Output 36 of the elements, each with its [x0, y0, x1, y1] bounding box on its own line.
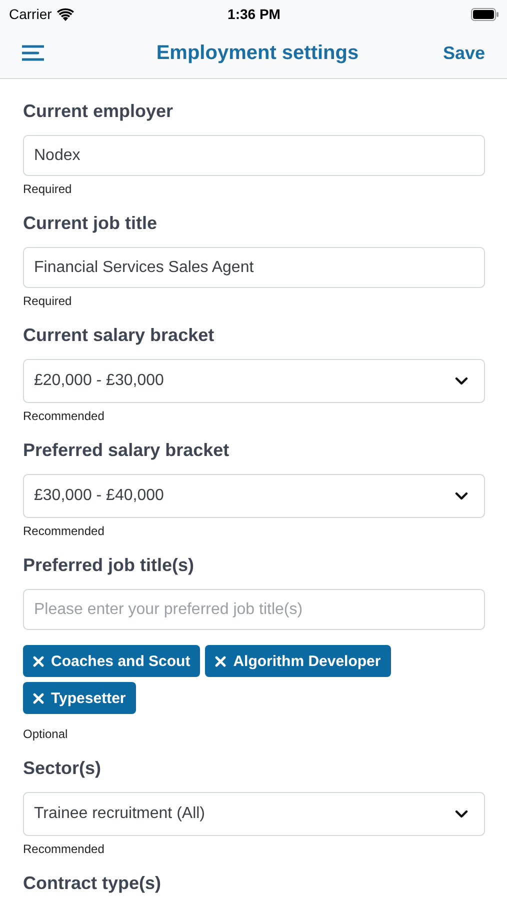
dropdown-field[interactable]: £20,000 - £30,000 — [23, 359, 485, 403]
hint-text: Recommended — [23, 524, 106, 538]
clock-time: 1:36 PM — [228, 6, 280, 22]
dropdown-field[interactable]: Trainee recruitment (All) — [23, 792, 485, 836]
hint-text: Recommended — [23, 842, 106, 856]
close-icon — [33, 656, 44, 666]
field-label: Current salary bracket — [23, 324, 216, 346]
text-field[interactable]: Please enter your preferred job title(s) — [23, 589, 485, 630]
tag-chip[interactable]: Typesetter — [23, 682, 136, 714]
chevron-down-icon — [455, 810, 468, 818]
field-label: Current employer — [23, 100, 174, 122]
chevron-down-icon — [455, 492, 468, 500]
field-label: Preferred job title(s) — [23, 554, 196, 576]
tag-chip[interactable]: Algorithm Developer — [205, 645, 391, 677]
field-label: Sector(s) — [23, 757, 102, 779]
text-field[interactable]: Nodex — [23, 135, 485, 176]
menu-button[interactable] — [22, 45, 44, 61]
menu-icon — [22, 45, 44, 61]
chevron-down-icon — [455, 377, 468, 385]
save-button[interactable]: Save — [442, 42, 485, 64]
dropdown-field[interactable]: £30,000 - £40,000 — [23, 474, 485, 518]
hint-text: Required — [23, 294, 73, 308]
close-icon — [33, 692, 44, 704]
hint-text: Optional — [23, 727, 69, 741]
wifi-icon — [56, 8, 74, 20]
field-label: Preferred salary bracket — [23, 439, 230, 461]
field-label: Contract type(s) — [23, 872, 162, 894]
battery-icon — [471, 8, 500, 20]
text-field[interactable]: Financial Services Sales Agent — [23, 247, 485, 288]
hint-text: Required — [23, 182, 73, 196]
field-label: Current job title — [23, 212, 158, 234]
tag-chip[interactable]: Coaches and Scout — [23, 645, 200, 677]
carrier-label: Carrier — [9, 6, 52, 22]
hint-text: Recommended — [23, 409, 106, 423]
close-icon — [215, 656, 226, 666]
page-title: Employment settings — [155, 42, 360, 64]
